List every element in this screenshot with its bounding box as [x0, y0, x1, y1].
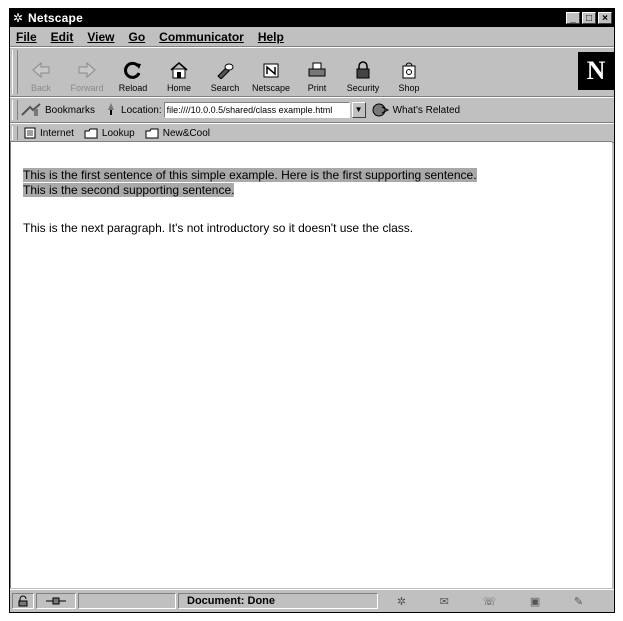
- shopping-bag-icon: [398, 60, 420, 80]
- personal-toolbar: Internet Lookup New&Cool: [10, 123, 614, 143]
- menu-go[interactable]: Go: [128, 30, 145, 44]
- search-flashlight-icon: [214, 60, 236, 80]
- shop-button[interactable]: Shop: [388, 60, 430, 96]
- forward-arrow-icon: [76, 60, 98, 80]
- back-arrow-icon: [30, 60, 52, 80]
- netscape-logo-button[interactable]: N: [578, 52, 614, 90]
- security-lock-indicator[interactable]: [12, 593, 34, 609]
- menu-file[interactable]: File: [16, 30, 37, 44]
- next-paragraph: This is the next paragraph. It's not int…: [23, 221, 414, 235]
- folder-icon: [145, 128, 159, 139]
- location-label: Location:: [121, 104, 162, 116]
- netscape-app-icon: ✲: [13, 11, 24, 25]
- bookmarks-button[interactable]: Bookmarks: [20, 103, 95, 117]
- location-url-input[interactable]: file:////10.0.0.5/shared/class example.h…: [163, 102, 350, 118]
- padlock-icon: [352, 60, 374, 80]
- minimize-button[interactable]: _: [566, 12, 580, 24]
- bookmarks-icon: [21, 103, 41, 116]
- address-book-icon[interactable]: ▣: [530, 595, 540, 608]
- toolbar-grip[interactable]: [12, 100, 18, 120]
- close-button[interactable]: ×: [598, 12, 612, 24]
- reload-icon: [122, 60, 144, 80]
- progress-bar: [78, 593, 176, 609]
- personal-link-internet[interactable]: Internet: [24, 127, 74, 139]
- bookmarks-label: Bookmarks: [45, 104, 96, 116]
- home-button[interactable]: Home: [158, 60, 200, 96]
- personal-link-newcool[interactable]: New&Cool: [145, 127, 210, 139]
- navigator-icon[interactable]: ✲: [397, 595, 406, 608]
- window-title: Netscape: [28, 11, 83, 25]
- page-content: This is the first sentence of this simpl…: [10, 141, 612, 588]
- whats-related-label: What's Related: [392, 104, 461, 116]
- menu-communicator[interactable]: Communicator: [159, 30, 244, 44]
- whats-related-icon: [372, 103, 389, 117]
- status-text: Document: Done: [178, 593, 378, 609]
- forward-button[interactable]: Forward: [66, 60, 108, 96]
- toolbar-grip[interactable]: [12, 50, 18, 94]
- component-bar: ✲ ✉ ☏ ▣ ✎: [380, 593, 600, 609]
- home-icon: [168, 60, 190, 80]
- composer-icon[interactable]: ✎: [574, 595, 583, 608]
- open-lock-icon: [18, 595, 28, 607]
- maximize-button[interactable]: □: [582, 12, 596, 24]
- menu-edit[interactable]: Edit: [51, 30, 74, 44]
- location-icon: [105, 102, 117, 119]
- intro-line-2: This is the second supporting sentence.: [23, 183, 235, 197]
- location-dropdown-button[interactable]: ▼: [351, 102, 366, 118]
- reload-button[interactable]: Reload: [112, 60, 154, 96]
- status-bar: Document: Done ✲ ✉ ☏ ▣ ✎: [10, 589, 614, 612]
- menu-help[interactable]: Help: [258, 30, 284, 44]
- menu-bar: File Edit View Go Communicator Help: [10, 27, 614, 47]
- location-toolbar: Bookmarks Location: file:////10.0.0.5/sh…: [10, 97, 614, 123]
- navigation-toolbar: Back Forward Reload Home Search Netscape…: [10, 47, 614, 97]
- document-icon: [24, 127, 36, 139]
- security-button[interactable]: Security: [342, 60, 384, 96]
- intro-line-1: This is the first sentence of this simpl…: [23, 168, 477, 182]
- browser-window: ✲ Netscape _ □ × File Edit View Go Commu…: [9, 8, 615, 613]
- discussions-icon[interactable]: ☏: [483, 595, 497, 608]
- connection-indicator: [36, 593, 76, 609]
- search-button[interactable]: Search: [204, 60, 246, 96]
- intro-paragraph: This is the first sentence of this simpl…: [23, 168, 477, 198]
- mail-icon[interactable]: ✉: [440, 595, 449, 608]
- netscape-guide-icon: [260, 60, 282, 80]
- whats-related-button[interactable]: What's Related: [372, 103, 461, 117]
- netscape-button[interactable]: Netscape: [250, 60, 292, 96]
- plug-icon: [46, 597, 66, 605]
- toolbar-grip[interactable]: [12, 126, 18, 140]
- printer-icon: [306, 60, 328, 80]
- print-button[interactable]: Print: [296, 60, 338, 96]
- folder-icon: [84, 128, 98, 139]
- back-button[interactable]: Back: [20, 60, 62, 96]
- menu-view[interactable]: View: [87, 30, 114, 44]
- personal-link-lookup[interactable]: Lookup: [84, 127, 135, 139]
- title-bar: ✲ Netscape _ □ ×: [10, 9, 614, 27]
